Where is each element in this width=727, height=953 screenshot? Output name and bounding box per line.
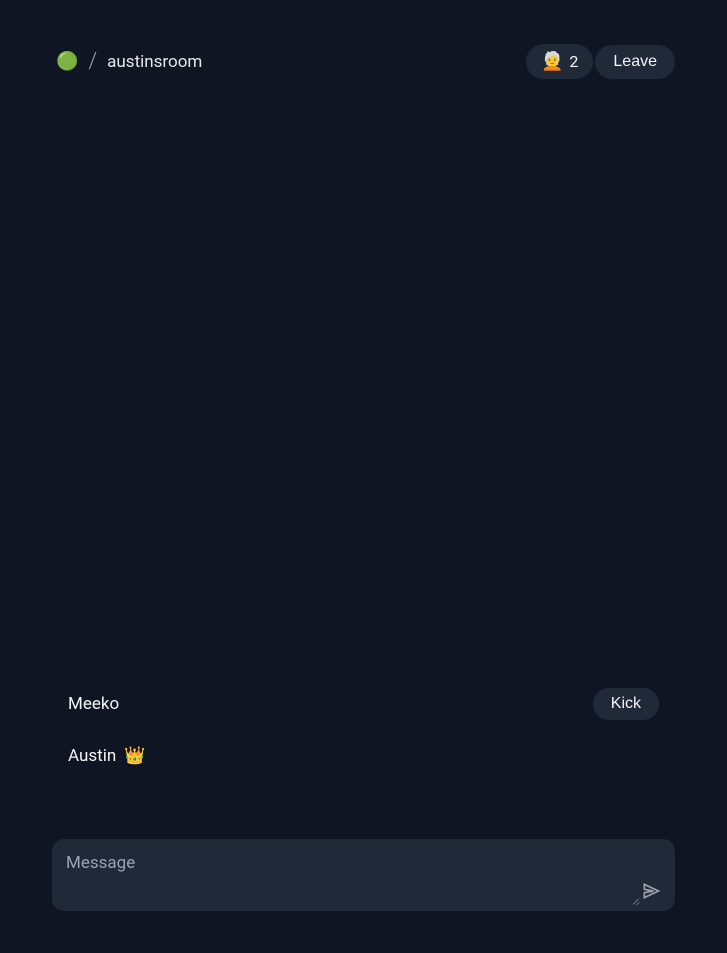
leave-button[interactable]: Leave xyxy=(595,45,675,79)
message-bar xyxy=(52,839,675,911)
path-separator: / xyxy=(88,49,97,74)
header-right: 🧑‍🦳 2 Leave xyxy=(526,44,675,79)
user-row: Meeko Kick xyxy=(52,688,675,720)
kick-button[interactable]: Kick xyxy=(593,688,659,720)
user-name: Meeko xyxy=(68,694,119,714)
send-button[interactable] xyxy=(641,839,675,905)
user-label: Meeko xyxy=(68,694,119,714)
user-list: Meeko Kick Austin 👑 xyxy=(52,688,675,766)
user-label: Austin 👑 xyxy=(68,746,145,766)
user-name: Austin xyxy=(68,746,116,766)
status-indicator-icon: 🟢 xyxy=(56,53,78,71)
user-count-value: 2 xyxy=(569,52,578,71)
user-count-badge[interactable]: 🧑‍🦳 2 xyxy=(526,44,593,79)
user-count-icon: 🧑‍🦳 xyxy=(541,51,563,72)
header: 🟢 / austinsroom 🧑‍🦳 2 Leave xyxy=(0,0,727,79)
header-left: 🟢 / austinsroom xyxy=(56,49,202,74)
room-name: austinsroom xyxy=(107,52,202,72)
message-input[interactable] xyxy=(52,839,641,911)
user-row: Austin 👑 xyxy=(52,746,675,766)
crown-icon: 👑 xyxy=(124,746,145,766)
send-icon xyxy=(641,881,661,901)
